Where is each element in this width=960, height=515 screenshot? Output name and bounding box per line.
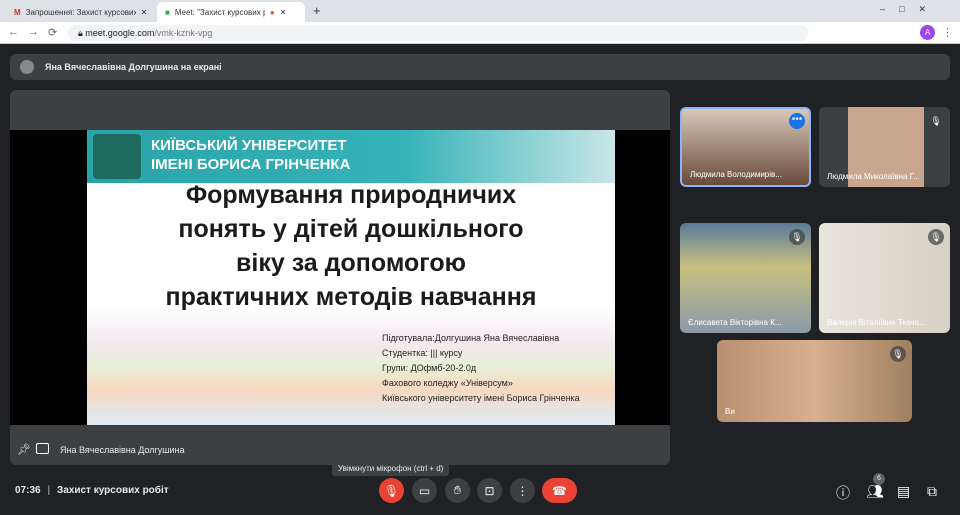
meeting-time: 07:36 <box>15 485 41 496</box>
close-icon[interactable]: ✕ <box>141 8 148 17</box>
recording-icon: ● <box>269 7 275 17</box>
profile-avatar[interactable]: A <box>920 25 935 40</box>
mic-off-icon: 🎙︎ <box>789 229 805 245</box>
back-icon[interactable]: ← <box>8 26 19 38</box>
new-tab-button[interactable]: + <box>313 3 321 18</box>
window-controls[interactable]: –□✕ <box>880 4 940 15</box>
university-logo <box>93 134 141 179</box>
meeting-title: Захист курсових робіт <box>56 485 169 496</box>
mic-off-icon: 🎙︎ <box>928 229 944 245</box>
present-now-button[interactable]: ⊡ <box>477 478 502 503</box>
reload-icon[interactable]: ⟳ <box>48 26 57 39</box>
more-options-button[interactable]: ⋮ <box>510 478 535 503</box>
mic-off-icon: 🎙︎ <box>928 113 944 129</box>
slide: КИЇВСЬКИЙ УНІВЕРСИТЕТ ІМЕНІ БОРИСА ГРІНЧ… <box>87 130 615 425</box>
presenter-avatar <box>20 60 34 74</box>
tab-gmail[interactable]: M Запрошення: Захист курсових р ✕ <box>6 2 156 22</box>
address-bar-row: ← → ⟳ 🔒︎ meet.google.com/vmk-kznk-vpg A … <box>0 22 960 44</box>
self-view-tile[interactable]: 🎙︎ Ви <box>717 340 912 422</box>
menu-icon[interactable]: ⋮ <box>942 26 953 39</box>
meet-icon: ■ <box>165 7 170 17</box>
browser-tab-bar: M Запрошення: Захист курсових р ✕ ■ Meet: "… <box>0 0 960 22</box>
leave-call-button[interactable]: ☎︎ <box>542 478 577 503</box>
mic-off-icon: 🎙︎ <box>383 483 400 498</box>
people-icon[interactable]: 👥︎ <box>866 483 884 500</box>
slide-title: Формування природничих понять у дітей до… <box>165 181 537 311</box>
info-icon[interactable]: ⓘ <box>836 483 850 503</box>
mic-off-icon: 🎙︎ <box>890 346 906 362</box>
participant-tile[interactable]: ••• Людмила Володимирів... <box>680 107 811 187</box>
gmail-icon: M <box>14 7 21 17</box>
camera-toggle-button[interactable]: ▭ <box>412 478 437 503</box>
tab-meet[interactable]: ■Meet: "Захист курсових робі●✕ <box>157 2 305 22</box>
hand-icon: ✋︎ <box>454 483 461 497</box>
url-input[interactable]: 🔒︎ meet.google.com/vmk-kznk-vpg <box>68 25 808 41</box>
presenter-name: Яна Вячеславівна Долгушина <box>60 445 185 455</box>
more-vert-icon: ⋮ <box>516 483 529 498</box>
tooltip: Увімкнути мікрофон (ctrl + d) <box>332 461 450 476</box>
slide-author-info: Підготувала:Долгушина Яна Вячеславівна С… <box>382 333 580 403</box>
forward-icon[interactable]: → <box>28 26 39 38</box>
chat-icon[interactable]: ▤ <box>897 483 910 500</box>
participant-tile[interactable]: 🎙︎ Людмила Миколаївна Г... <box>819 107 950 187</box>
hang-up-icon: ☎︎ <box>552 483 567 498</box>
camera-icon: ▭ <box>418 483 431 498</box>
presenting-banner: Яна Вячеславівна Долгушина на екрані <box>10 54 950 80</box>
present-icon: ⊡ <box>484 483 495 498</box>
activities-icon[interactable]: ⧉ <box>927 483 937 500</box>
raise-hand-button[interactable]: ✋︎ <box>445 478 470 503</box>
slide-header: КИЇВСЬКИЙ УНІВЕРСИТЕТ ІМЕНІ БОРИСА ГРІНЧ… <box>87 130 615 183</box>
close-icon[interactable]: ✕ <box>280 8 287 17</box>
participant-count-badge: 6 <box>873 473 885 485</box>
present-icon <box>36 443 49 454</box>
meeting-info: 07:36 | Захист курсових робіт <box>15 485 169 496</box>
participant-tile[interactable]: 🎙︎ Валерія Віталіївна Ткачо... <box>819 223 950 333</box>
microphone-toggle-button[interactable]: 🎙︎ <box>379 478 404 503</box>
pin-icon[interactable]: 📌︎ <box>17 443 31 456</box>
participant-tile[interactable]: 🎙︎ Єлисавета Вікторівна К... <box>680 223 811 333</box>
more-options-icon[interactable]: ••• <box>789 113 805 129</box>
